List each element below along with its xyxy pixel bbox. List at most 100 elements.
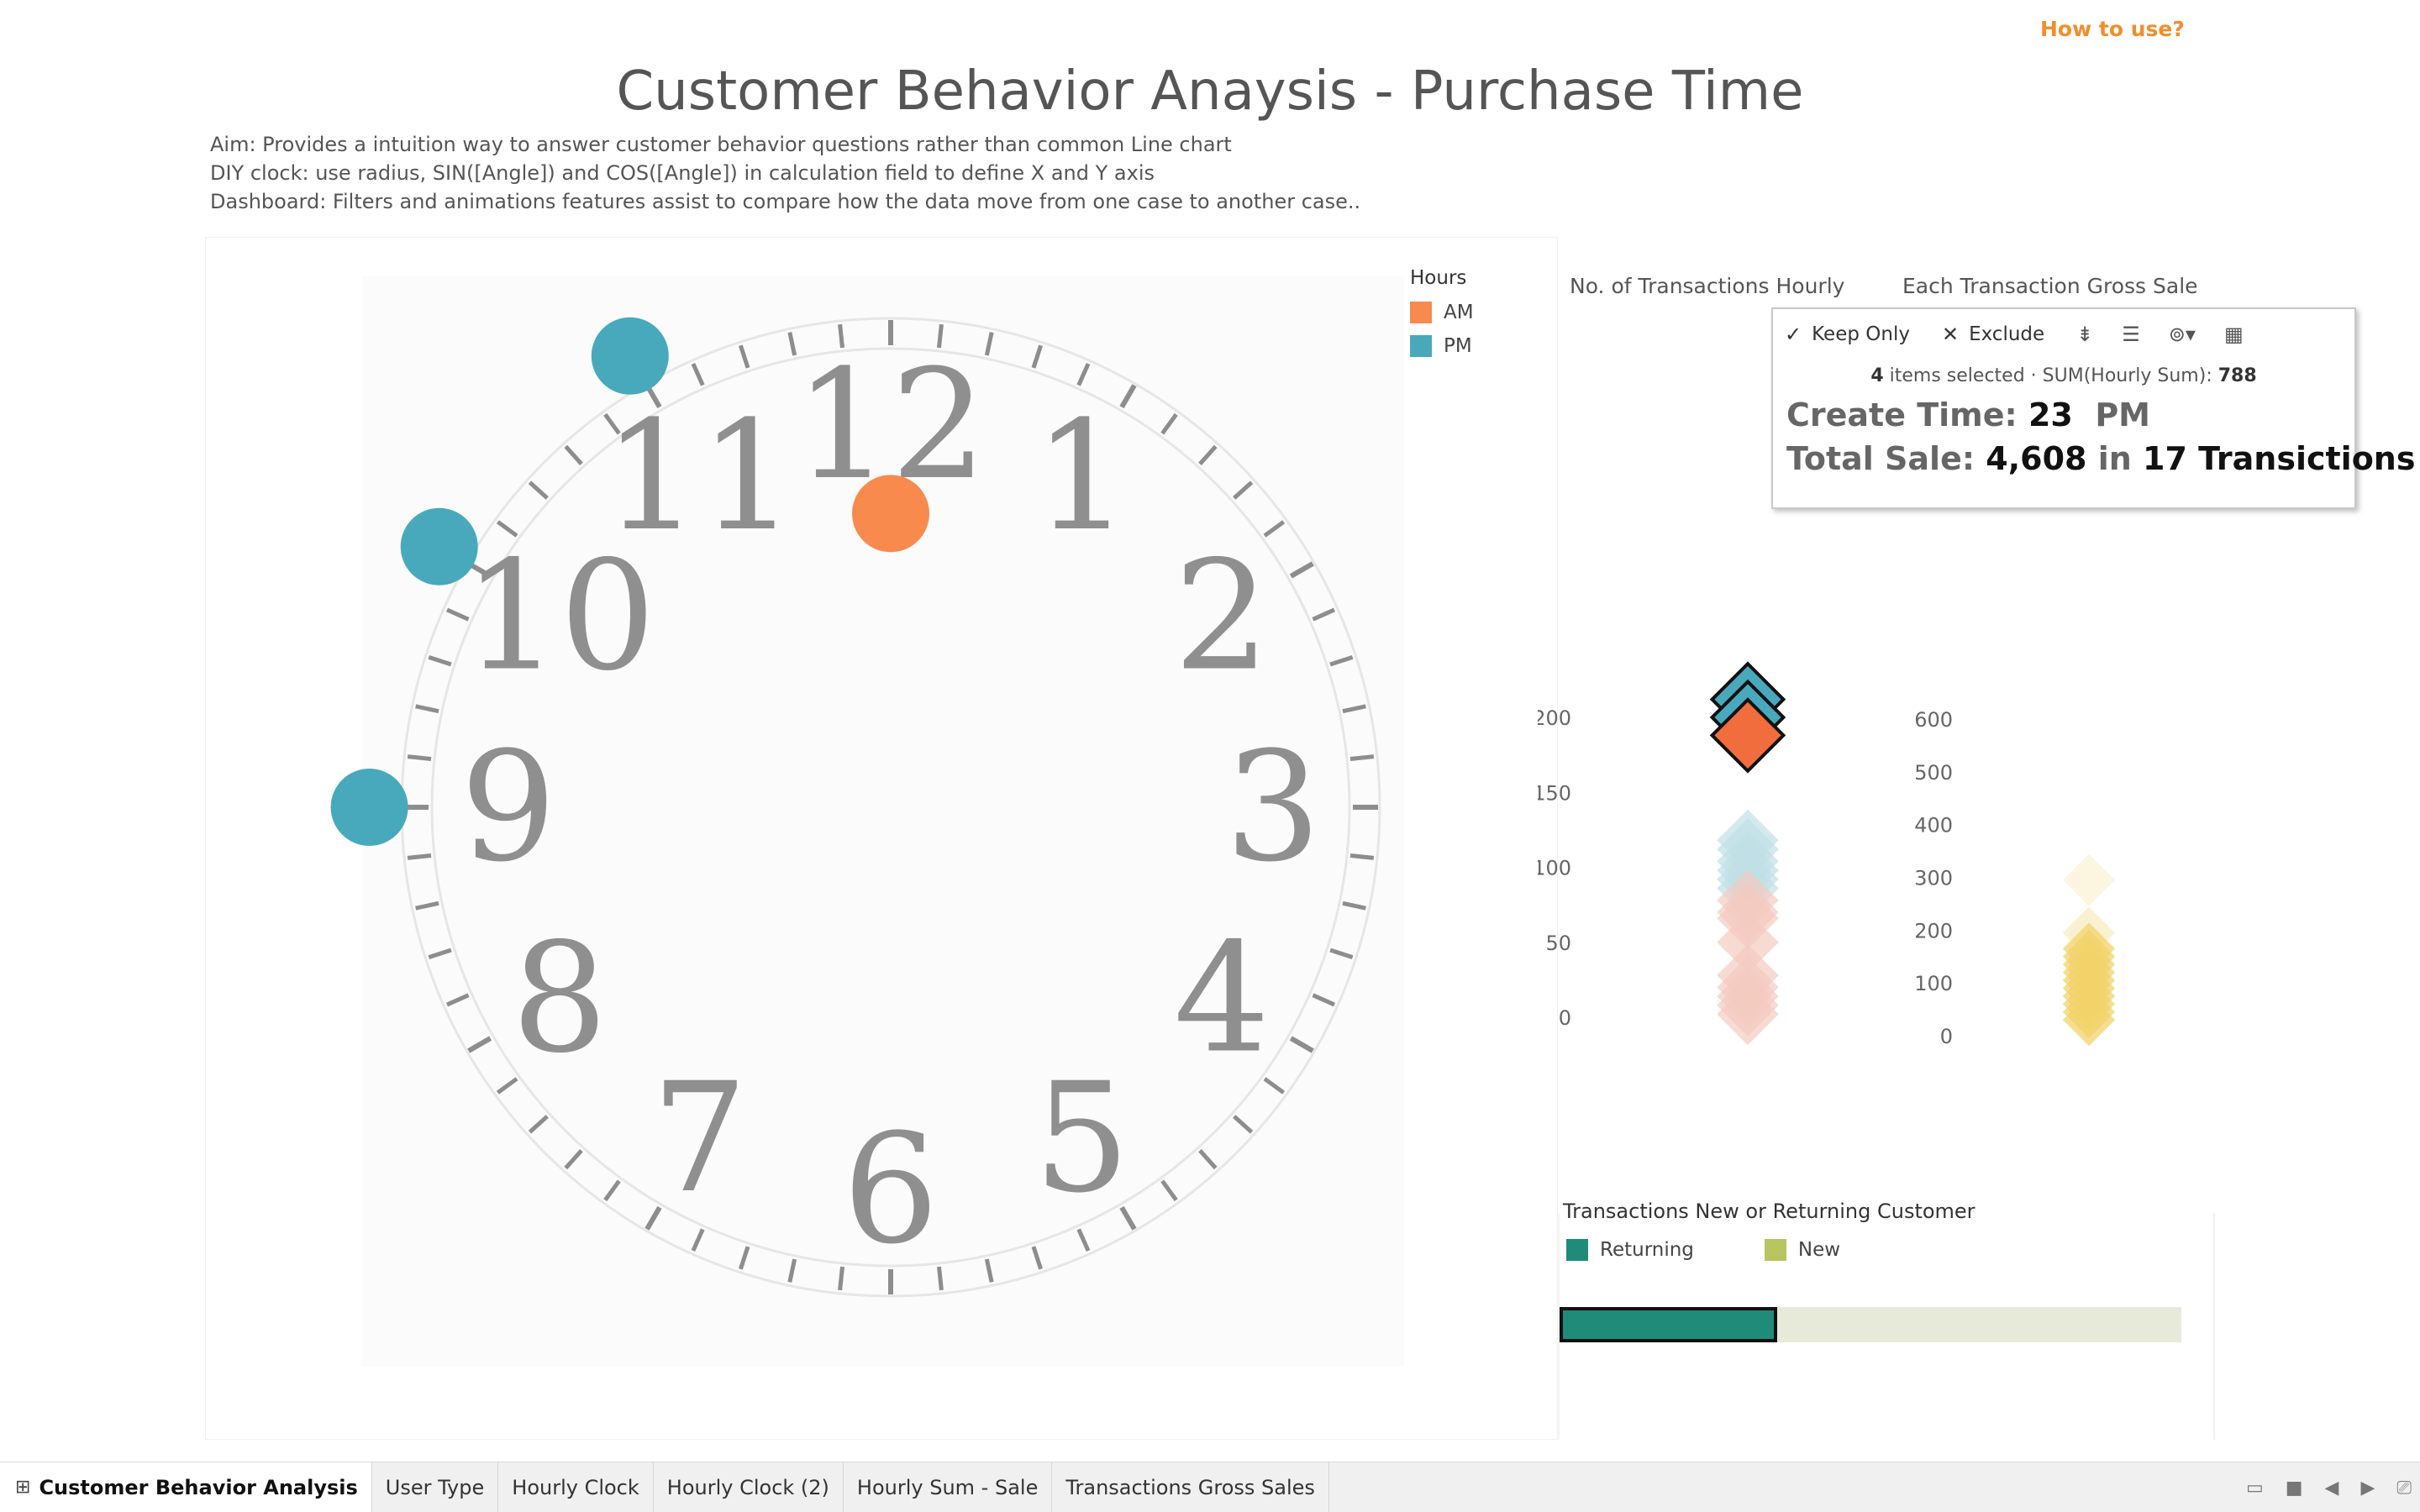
total-sale-in: in (2097, 440, 2132, 477)
new-returning-title: Transactions New or Returning Customer (1563, 1200, 1975, 1223)
panel-divider-right (2213, 1213, 2215, 1440)
tooltip-toolbar: ✓ Keep Only ✕ Exclude ⇟ ☰ ⊚▾ ▦ (1773, 309, 2354, 360)
transactions-chart-title: No. of Transactions Hourly (1570, 274, 1845, 298)
selected-sum-value: 788 (2217, 365, 2257, 386)
view-data-icon[interactable]: ▦ (2224, 323, 2244, 346)
y-tick-label: 600 (1914, 708, 1953, 732)
sheet-tab-bar: ⊞ Customer Behavior Analysis User Type H… (0, 1462, 2420, 1512)
transaction-count: 17 Transictions (2143, 440, 2416, 477)
tooltip-summary: 4 items selected · SUM(Hourly Sum): 788 (1773, 360, 2354, 393)
next-sheet-icon[interactable]: ▶ (2360, 1478, 2375, 1499)
new-returning-legend: Returning New (1566, 1233, 1911, 1267)
clock-tick (407, 754, 432, 761)
gross-sale-point (2062, 853, 2116, 906)
clock-numeral: 5 (1034, 1051, 1130, 1226)
description: Aim: Provides a intuition way to answer … (210, 130, 1360, 216)
exclude-button[interactable]: ✕ Exclude (1942, 323, 2044, 346)
tab-customer-behavior-analysis[interactable]: ⊞ Customer Behavior Analysis (0, 1462, 372, 1512)
selected-summary-text: items selected · SUM(Hourly Sum): (1889, 365, 2212, 386)
page-title: Customer Behavior Anaysis - Purchase Tim… (616, 60, 1804, 123)
clock-numeral: 1 (1034, 389, 1130, 564)
check-icon: ✓ (1785, 323, 1802, 346)
y-tick-label: 0 (1940, 1025, 1953, 1048)
selection-tooltip: ✓ Keep Only ✕ Exclude ⇟ ☰ ⊚▾ ▦ 4 items s… (1771, 307, 2415, 509)
new-swatch (1764, 1239, 1786, 1261)
y-tick-label: 500 (1914, 761, 1953, 785)
legend-label-returning: Returning (1600, 1239, 1694, 1261)
description-diy-clock: DIY clock: use radius, SIN([Angle]) and … (210, 161, 1155, 185)
clock-numeral: 8 (512, 911, 608, 1087)
description-dashboard: Dashboard: Filters and animations featur… (210, 190, 1361, 213)
clock-hour-point (400, 507, 478, 585)
tab-hourly-sum-sale[interactable]: Hourly Sum - Sale (844, 1462, 1053, 1512)
how-to-use-link[interactable]: How to use? (2040, 17, 2185, 41)
tab-label: Customer Behavior Analysis (39, 1475, 358, 1499)
legend-label-pm: PM (1444, 335, 1472, 357)
tooltip-create-time: Create Time: 23 PM (1773, 393, 2354, 437)
y-tick-label: 400 (1914, 814, 1953, 837)
clock-chart[interactable]: 12 1234567891011 (206, 238, 1559, 1441)
y-tick-label: 150 (1538, 781, 1571, 805)
presentation-mode-icon[interactable]: ⎚ (2396, 1478, 2412, 1499)
legend-item-am[interactable]: AM (1410, 296, 1474, 329)
sheet-navigation: ▭ ■ ◀ ▶ ⎚ (2224, 1462, 2420, 1512)
new-returning-bar[interactable] (1560, 1307, 2181, 1342)
clock-numeral: 9 (460, 720, 557, 895)
tab-hourly-clock-2[interactable]: Hourly Clock (2) (654, 1462, 844, 1512)
group-members-icon[interactable]: ⊚▾ (2169, 323, 2196, 346)
clock-numeral: 6 (843, 1102, 939, 1278)
y-tick-label: 300 (1914, 867, 1953, 890)
y-tick-label: 100 (1914, 972, 1953, 995)
clock-tick (407, 853, 432, 860)
legend-item-returning[interactable]: Returning (1566, 1233, 1694, 1267)
dashboard-grid-icon: ⊞ (15, 1477, 31, 1498)
clock-numeral: 2 (1174, 529, 1270, 705)
legend-label-am: AM (1444, 302, 1474, 323)
total-sale-value: 4,608 (1986, 440, 2087, 477)
clock-tick (937, 1266, 944, 1291)
tooltip-total-sale: Total Sale: 4,608 in 17 Transictions (1773, 437, 2415, 480)
hours-legend: Hours AM PM (1410, 267, 1474, 363)
tab-user-type[interactable]: User Type (372, 1462, 499, 1512)
total-sale-label: Total Sale: (1786, 440, 1975, 477)
y-tick-label: 50 (1545, 932, 1571, 955)
description-aim: Aim: Provides a intuition way to answer … (210, 133, 1232, 156)
clock-hour-point (330, 769, 408, 846)
selected-count: 4 (1870, 365, 1884, 386)
create-time-hour: 23 (2028, 396, 2073, 433)
previous-sheet-icon[interactable]: ◀ (2325, 1478, 2339, 1499)
sort-ascending-icon[interactable]: ⇟ (2076, 323, 2093, 346)
y-tick-label: 200 (1914, 919, 1953, 942)
show-filmstrip-icon[interactable]: ■ (2286, 1478, 2303, 1499)
y-tick-label: 200 (1538, 706, 1571, 730)
returning-swatch (1566, 1239, 1588, 1261)
clock-hour-point (852, 475, 929, 553)
exclude-label: Exclude (1969, 323, 2045, 345)
clock-numeral: 4 (1174, 911, 1270, 1087)
clock-numeral: 3 (1225, 720, 1322, 895)
create-time-label: Create Time: (1786, 396, 2018, 433)
keep-only-button[interactable]: ✓ Keep Only (1785, 323, 1910, 346)
gross-sale-chart-title: Each Transaction Gross Sale (1902, 274, 2198, 298)
clock-hour-point (591, 317, 669, 395)
legend-item-pm[interactable]: PM (1410, 329, 1474, 363)
tab-hourly-clock[interactable]: Hourly Clock (498, 1462, 654, 1512)
clock-panel: 12 1 2 3 4 5 6 7 8 9 10 11 (205, 237, 1558, 1440)
show-sheet-sorter-icon[interactable]: ▭ (2246, 1478, 2264, 1499)
clock-tick (1349, 853, 1375, 860)
keep-only-label: Keep Only (1812, 323, 1910, 345)
legend-item-new[interactable]: New (1764, 1233, 1841, 1267)
y-tick-label: 100 (1538, 857, 1571, 880)
am-swatch (1410, 302, 1432, 323)
hours-legend-title: Hours (1410, 267, 1467, 289)
clock-numeral: 11 (603, 389, 796, 564)
legend-label-new: New (1797, 1239, 1841, 1261)
y-tick-label: 0 (1559, 1006, 1571, 1030)
tab-transactions-gross-sales[interactable]: Transactions Gross Sales (1052, 1462, 1329, 1512)
pm-swatch (1410, 335, 1432, 357)
sort-descending-icon[interactable]: ☰ (2122, 323, 2140, 346)
clock-numeral: 7 (651, 1051, 748, 1226)
returning-customer-segment[interactable] (1560, 1307, 1777, 1342)
clock-tick (1349, 754, 1375, 761)
create-time-period: PM (2095, 396, 2150, 433)
